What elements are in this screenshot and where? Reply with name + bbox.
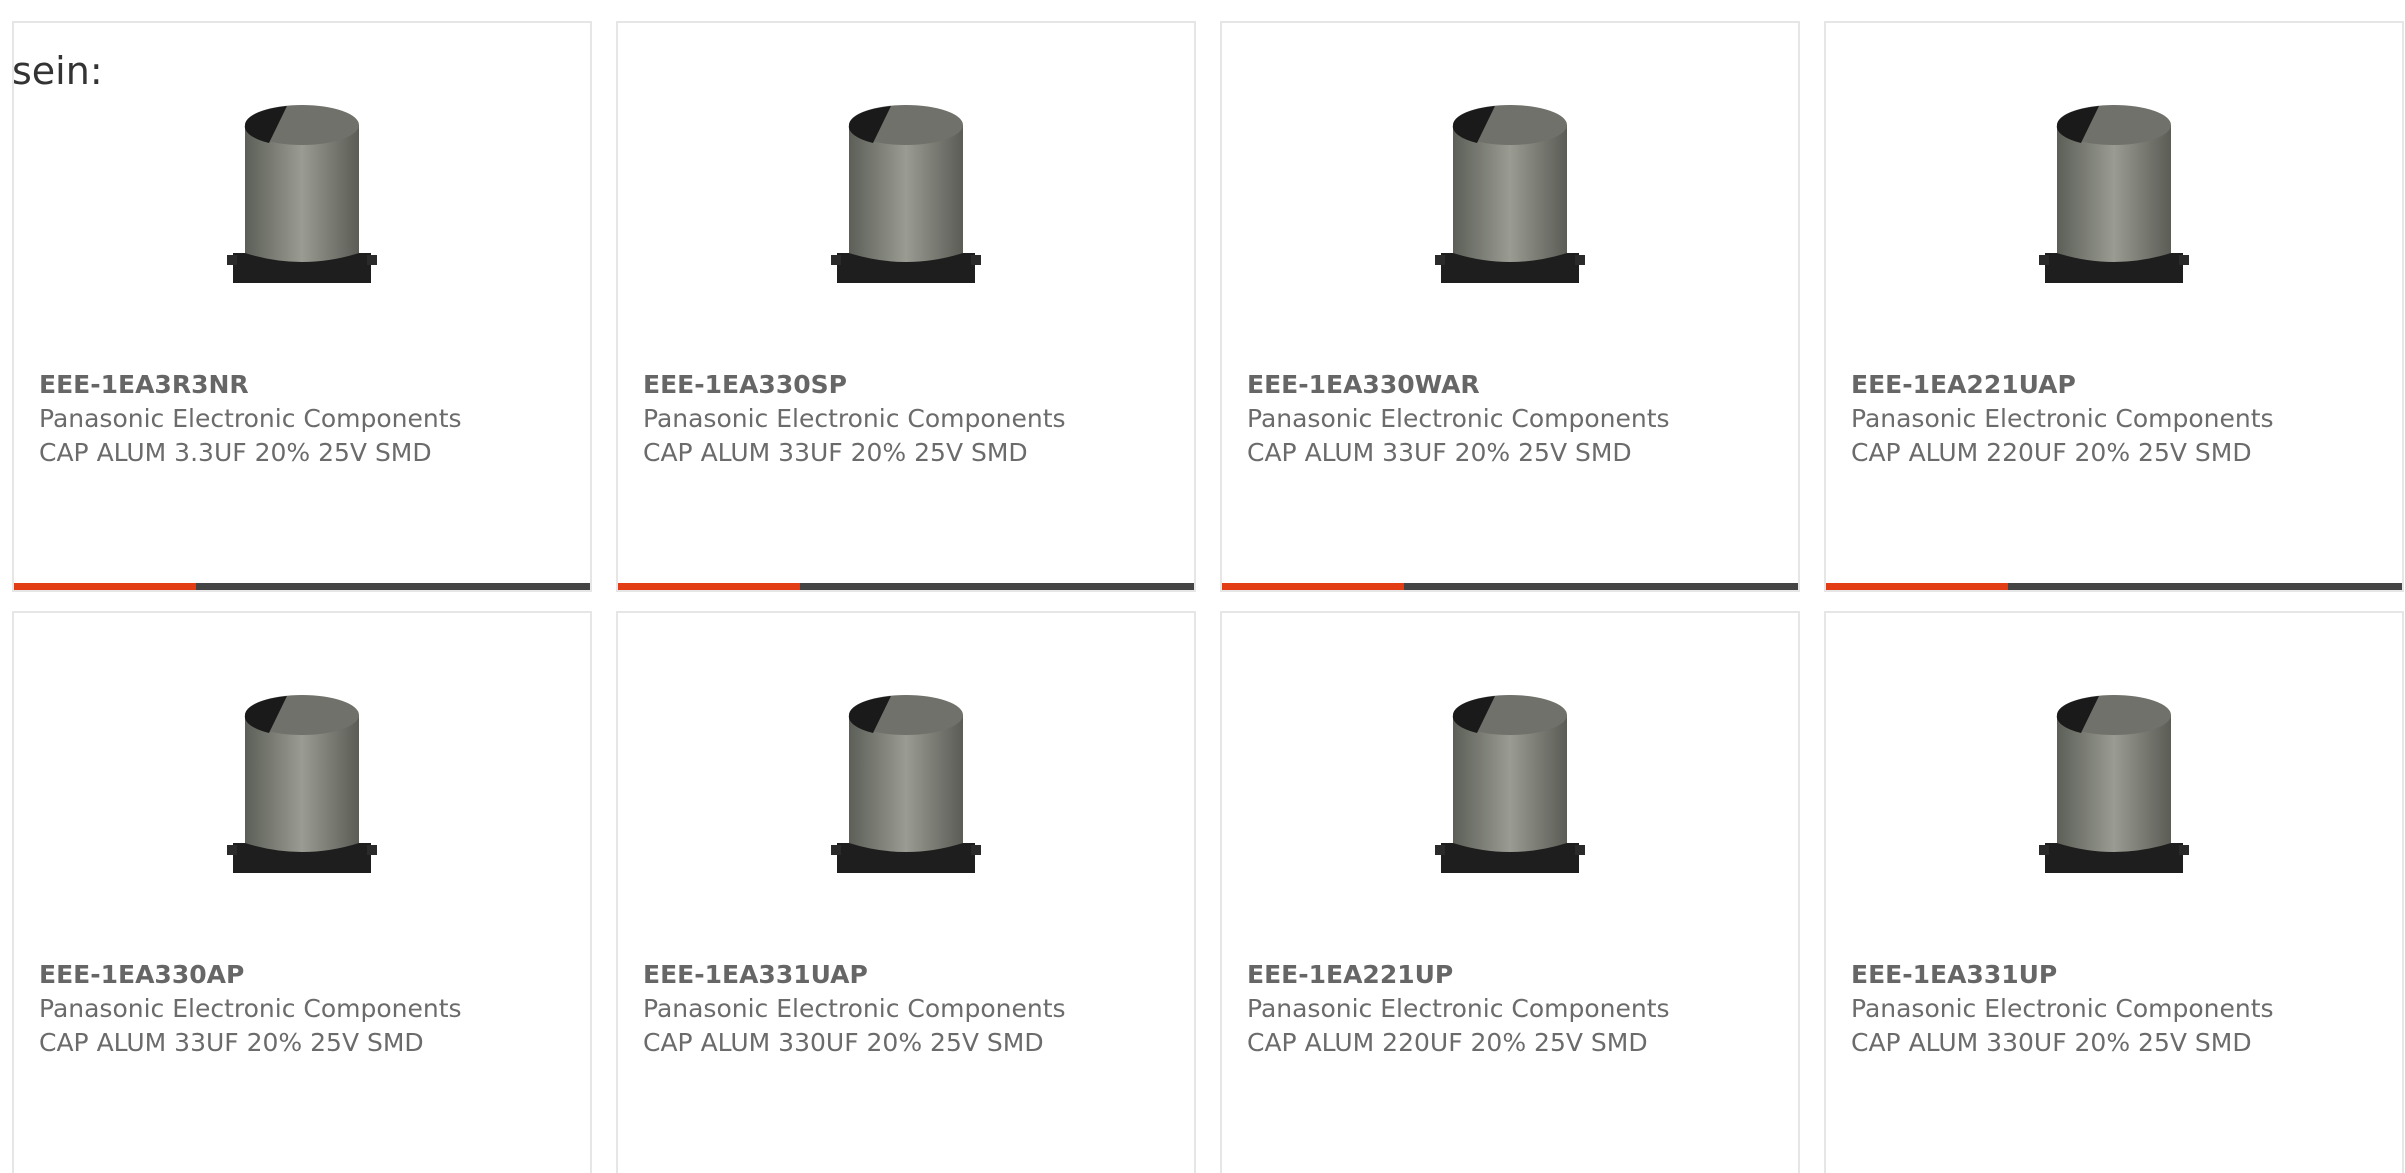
card-accent-bar bbox=[618, 583, 1194, 590]
manufacturer: Panasonic Electronic Components bbox=[1851, 994, 2274, 1023]
smd-capacitor-icon bbox=[831, 105, 981, 283]
product-info: EEE-1EA330SP Panasonic Electronic Compon… bbox=[643, 368, 1184, 470]
manufacturer: Panasonic Electronic Components bbox=[643, 994, 1066, 1023]
product-card[interactable]: EEE-1EA330AP Panasonic Electronic Compon… bbox=[12, 611, 592, 1173]
card-accent-fill bbox=[14, 583, 196, 590]
intro-text: sein: bbox=[12, 49, 103, 93]
manufacturer: Panasonic Electronic Components bbox=[1851, 404, 2274, 433]
product-info: EEE-1EA3R3NR Panasonic Electronic Compon… bbox=[39, 368, 580, 470]
product-card[interactable]: EEE-1EA331UAP Panasonic Electronic Compo… bbox=[616, 611, 1196, 1173]
smd-capacitor-icon bbox=[2039, 105, 2189, 283]
description: CAP ALUM 220UF 20% 25V SMD bbox=[1851, 438, 2252, 467]
description: CAP ALUM 33UF 20% 25V SMD bbox=[39, 1028, 424, 1057]
part-number[interactable]: EEE-1EA221UAP bbox=[1851, 368, 2392, 402]
part-number[interactable]: EEE-1EA330SP bbox=[643, 368, 1184, 402]
product-grid: EEE-1EA3R3NR Panasonic Electronic Compon… bbox=[12, 21, 2404, 1173]
product-info: EEE-1EA330WAR Panasonic Electronic Compo… bbox=[1247, 368, 1788, 470]
description: CAP ALUM 3.3UF 20% 25V SMD bbox=[39, 438, 432, 467]
card-accent-bar bbox=[14, 583, 590, 590]
product-card[interactable]: EEE-1EA221UP Panasonic Electronic Compon… bbox=[1220, 611, 1800, 1173]
product-image bbox=[14, 93, 590, 313]
card-accent-fill bbox=[1222, 583, 1404, 590]
product-info: EEE-1EA331UP Panasonic Electronic Compon… bbox=[1851, 958, 2392, 1060]
description: CAP ALUM 330UF 20% 25V SMD bbox=[643, 1028, 1044, 1057]
part-number[interactable]: EEE-1EA330AP bbox=[39, 958, 580, 992]
smd-capacitor-icon bbox=[1435, 695, 1585, 873]
product-info: EEE-1EA331UAP Panasonic Electronic Compo… bbox=[643, 958, 1184, 1060]
smd-capacitor-icon bbox=[2039, 695, 2189, 873]
description: CAP ALUM 33UF 20% 25V SMD bbox=[1247, 438, 1632, 467]
description: CAP ALUM 220UF 20% 25V SMD bbox=[1247, 1028, 1648, 1057]
part-number[interactable]: EEE-1EA331UP bbox=[1851, 958, 2392, 992]
manufacturer: Panasonic Electronic Components bbox=[1247, 994, 1670, 1023]
product-image bbox=[618, 93, 1194, 313]
product-info: EEE-1EA221UP Panasonic Electronic Compon… bbox=[1247, 958, 1788, 1060]
product-card[interactable]: EEE-1EA331UP Panasonic Electronic Compon… bbox=[1824, 611, 2404, 1173]
manufacturer: Panasonic Electronic Components bbox=[39, 994, 462, 1023]
product-grid-page: sein: EEE-1EA3R3NR Panasonic Electronic … bbox=[0, 0, 2405, 1173]
part-number[interactable]: EEE-1EA221UP bbox=[1247, 958, 1788, 992]
product-card[interactable]: EEE-1EA3R3NR Panasonic Electronic Compon… bbox=[12, 21, 592, 592]
description: CAP ALUM 33UF 20% 25V SMD bbox=[643, 438, 1028, 467]
card-accent-bar bbox=[1222, 583, 1798, 590]
product-image bbox=[1826, 683, 2402, 903]
manufacturer: Panasonic Electronic Components bbox=[643, 404, 1066, 433]
part-number[interactable]: EEE-1EA330WAR bbox=[1247, 368, 1788, 402]
smd-capacitor-icon bbox=[227, 105, 377, 283]
manufacturer: Panasonic Electronic Components bbox=[1247, 404, 1670, 433]
part-number[interactable]: EEE-1EA331UAP bbox=[643, 958, 1184, 992]
smd-capacitor-icon bbox=[1435, 105, 1585, 283]
product-image bbox=[618, 683, 1194, 903]
product-card[interactable]: EEE-1EA221UAP Panasonic Electronic Compo… bbox=[1824, 21, 2404, 592]
part-number[interactable]: EEE-1EA3R3NR bbox=[39, 368, 580, 402]
product-info: EEE-1EA221UAP Panasonic Electronic Compo… bbox=[1851, 368, 2392, 470]
description: CAP ALUM 330UF 20% 25V SMD bbox=[1851, 1028, 2252, 1057]
card-accent-bar bbox=[1826, 583, 2402, 590]
card-accent-fill bbox=[618, 583, 800, 590]
product-image bbox=[14, 683, 590, 903]
product-card[interactable]: EEE-1EA330SP Panasonic Electronic Compon… bbox=[616, 21, 1196, 592]
product-card[interactable]: EEE-1EA330WAR Panasonic Electronic Compo… bbox=[1220, 21, 1800, 592]
product-image bbox=[1222, 683, 1798, 903]
manufacturer: Panasonic Electronic Components bbox=[39, 404, 462, 433]
card-accent-fill bbox=[1826, 583, 2008, 590]
product-image bbox=[1826, 93, 2402, 313]
product-image bbox=[1222, 93, 1798, 313]
product-info: EEE-1EA330AP Panasonic Electronic Compon… bbox=[39, 958, 580, 1060]
smd-capacitor-icon bbox=[227, 695, 377, 873]
smd-capacitor-icon bbox=[831, 695, 981, 873]
